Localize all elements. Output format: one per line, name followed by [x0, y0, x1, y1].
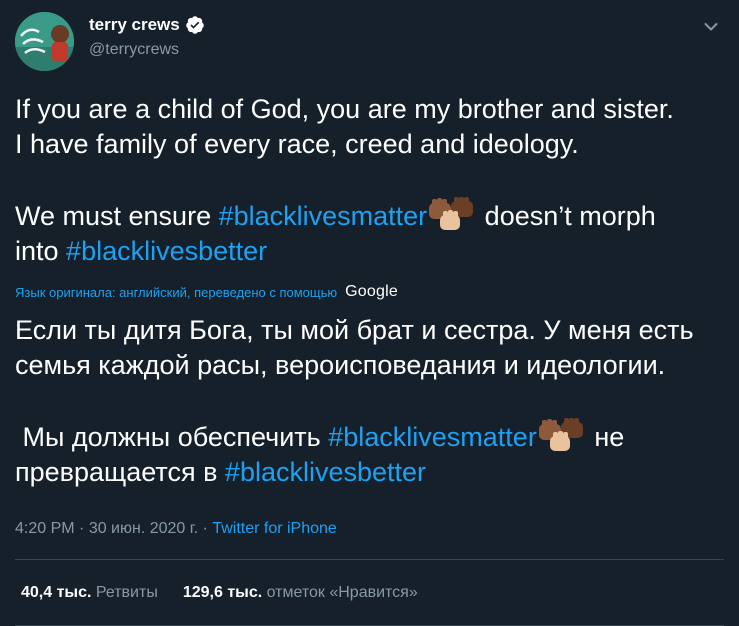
more-options-button[interactable] — [698, 14, 724, 40]
tweet-date[interactable]: 30 июн. 2020 г. — [89, 520, 198, 537]
hashtag-link[interactable]: #blacklivesbetter — [225, 457, 426, 487]
hashtag-link[interactable]: #blacklivesmatter — [328, 422, 537, 452]
tweet-line: into #blacklivesbetter — [15, 234, 727, 269]
hashtag-link[interactable]: #blacklivesmatter — [219, 201, 428, 231]
retweets-label: Ретвиты — [95, 584, 158, 601]
tweet-line: If you are a child of God, you are my br… — [15, 94, 674, 124]
tweet-meta: 4:20 PM · 30 июн. 2020 г. · Twitter for … — [15, 518, 337, 540]
author-name-row[interactable]: terry crews — [89, 14, 205, 36]
hashtag-link[interactable]: #blacklivesbetter — [66, 236, 267, 266]
retweets-stat[interactable]: 40,4 тыс. Ретвиты — [21, 582, 158, 604]
chevron-down-icon — [704, 23, 718, 31]
avatar-image — [15, 12, 74, 71]
text-segment: Мы должны обеспечить — [15, 422, 329, 452]
text-segment: превращается в — [15, 457, 225, 487]
likes-label: отметок «Нравится» — [266, 584, 418, 601]
translated-line: Мы должны обеспечить #blacklivesmatter н… — [15, 418, 727, 455]
meta-separator: · — [198, 520, 213, 537]
meta-separator: · — [74, 520, 89, 537]
tweet-card: terry crews @terrycrews If you are a chi… — [0, 0, 739, 626]
divider — [15, 559, 724, 560]
text-segment: into — [15, 236, 67, 266]
translated-line: превращается в #blacklivesbetter — [15, 455, 727, 490]
tweet-stats: 40,4 тыс. Ретвиты 129,6 тыс. отметок «Нр… — [21, 582, 418, 604]
google-logo: Google — [345, 283, 398, 300]
text-segment: doesn’t morph — [477, 201, 656, 231]
display-name[interactable]: terry crews — [89, 14, 180, 36]
avatar[interactable] — [15, 12, 74, 71]
tweet-line: I have family of every race, creed and i… — [15, 129, 579, 159]
tweet-source-link[interactable]: Twitter for iPhone — [212, 520, 337, 537]
author-handle[interactable]: @terrycrews — [89, 40, 205, 60]
raised-fists-emoji-icon — [537, 418, 587, 452]
tweet-header: terry crews @terrycrews — [15, 12, 724, 72]
raised-fists-emoji-icon — [427, 197, 477, 231]
likes-stat[interactable]: 129,6 тыс. отметок «Нравится» — [183, 582, 418, 604]
tweet-line: We must ensure #blacklivesmatter doesn’t… — [15, 197, 727, 234]
translated-text: Если ты дитя Бога, ты мой брат и сестра.… — [15, 313, 727, 490]
translation-attribution[interactable]: Язык оригинала: английский, переведено с… — [15, 283, 398, 301]
text-segment: We must ensure — [15, 201, 219, 231]
verified-badge-icon — [185, 15, 205, 35]
retweets-count: 40,4 тыс. — [21, 584, 92, 601]
translated-line: семья каждой расы, вероисповедания и иде… — [15, 350, 666, 380]
translated-line: Если ты дитя Бога, ты мой брат и сестра.… — [15, 315, 694, 345]
author-info: terry crews @terrycrews — [89, 14, 205, 60]
text-segment: не — [586, 422, 625, 452]
tweet-text: If you are a child of God, you are my br… — [15, 92, 727, 269]
translation-note-text: Язык оригинала: английский, переведено с… — [15, 284, 338, 300]
tweet-time[interactable]: 4:20 PM — [15, 520, 75, 537]
likes-count: 129,6 тыс. — [182, 584, 263, 601]
